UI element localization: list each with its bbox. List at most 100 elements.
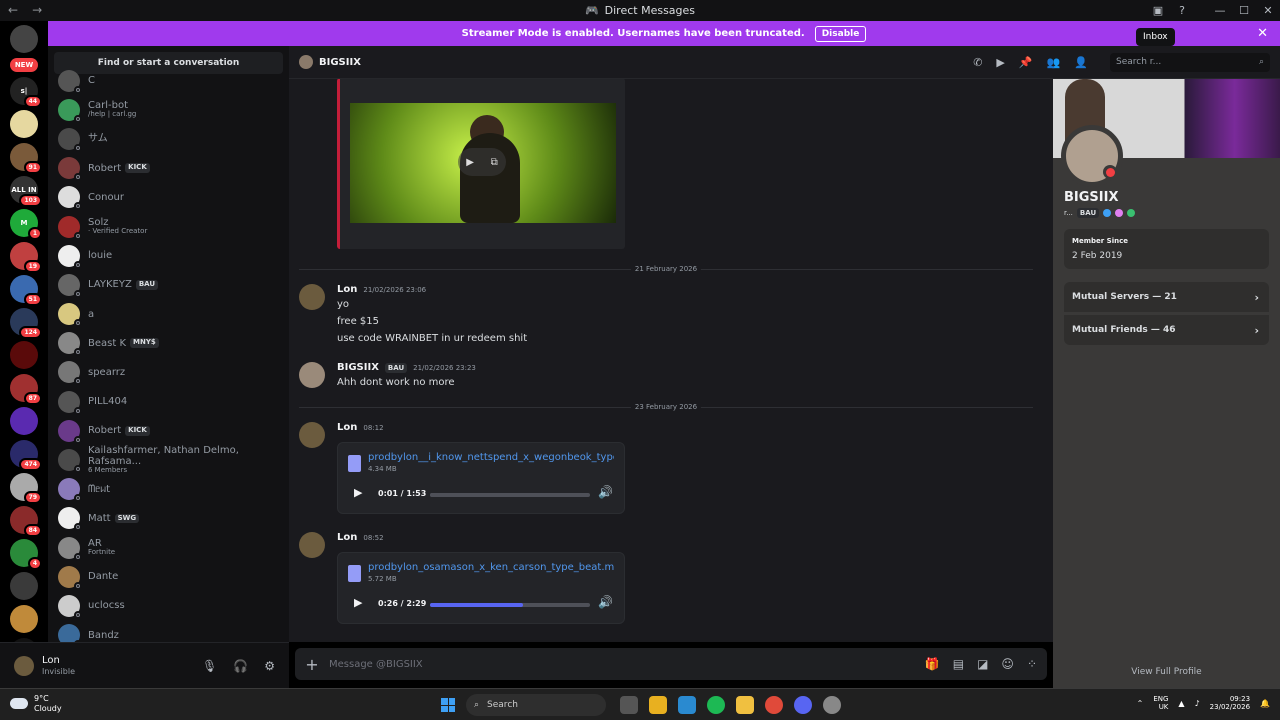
- forward-arrow-icon[interactable]: →: [32, 3, 42, 17]
- avatar[interactable]: [299, 532, 325, 558]
- gif-icon[interactable]: ▤: [953, 657, 964, 671]
- server-icon[interactable]: M1: [10, 209, 42, 240]
- server-icon[interactable]: 87: [10, 374, 42, 405]
- server-icon[interactable]: ALL IN 103: [10, 176, 42, 207]
- play-icon[interactable]: ▶: [354, 596, 362, 609]
- edge-icon[interactable]: [678, 696, 696, 714]
- avatar[interactable]: [14, 655, 34, 676]
- audio-filename[interactable]: prodbylon__i_know_nettspend_x_wegonbeok_…: [368, 452, 614, 463]
- play-icon[interactable]: ▶: [354, 486, 362, 499]
- server-icon[interactable]: 51: [10, 275, 42, 306]
- dm-list-item[interactable]: Carl-bot/help | carl.gg: [48, 95, 289, 124]
- profile-toggle-icon[interactable]: 👤: [1074, 56, 1088, 69]
- chrome-icon[interactable]: [765, 696, 783, 714]
- spotify-icon[interactable]: [707, 696, 725, 714]
- back-arrow-icon[interactable]: ←: [8, 3, 18, 17]
- wifi-icon[interactable]: ▲: [1178, 699, 1184, 708]
- avatar[interactable]: [299, 362, 325, 388]
- audio-filename[interactable]: prodbylon_osamason_x_ken_carson_type_bea…: [368, 562, 614, 573]
- add-friend-icon[interactable]: 👥: [1047, 56, 1061, 69]
- audio-progress-track[interactable]: [430, 493, 590, 497]
- message-composer[interactable]: + Message @BIGSIIX 🎁 ▤ ◪ ☺ ⁘: [295, 648, 1047, 680]
- badge-icon[interactable]: [1103, 209, 1112, 217]
- message-author[interactable]: Lon: [337, 422, 357, 433]
- dm-list-item[interactable]: サム: [48, 124, 289, 153]
- server-icon[interactable]: 474: [10, 440, 42, 471]
- dm-list-item[interactable]: Matt SWG: [48, 504, 289, 533]
- clock[interactable]: 09:23 23/02/2026: [1210, 695, 1250, 712]
- steam-icon[interactable]: [823, 696, 841, 714]
- task-view-icon[interactable]: [620, 696, 638, 714]
- avatar[interactable]: [299, 422, 325, 448]
- dm-list-item[interactable]: louie: [48, 241, 289, 270]
- server-icon[interactable]: 4: [10, 539, 42, 570]
- audio-progress-track[interactable]: [430, 603, 590, 607]
- headphones-icon[interactable]: 🎧: [233, 659, 248, 673]
- server-icon[interactable]: 91: [10, 143, 42, 174]
- emoji-icon[interactable]: ☺: [1001, 657, 1014, 671]
- folder-icon[interactable]: [736, 696, 754, 714]
- server-icon[interactable]: [10, 605, 38, 633]
- server-icon[interactable]: s| 44: [10, 77, 42, 108]
- apps-icon[interactable]: ⁘: [1027, 657, 1037, 671]
- maximize-icon[interactable]: ☐: [1232, 4, 1256, 17]
- taskbar-search[interactable]: ⌕ Search: [466, 694, 606, 716]
- dm-list-item[interactable]: uclocss: [48, 591, 289, 620]
- disable-streamer-button[interactable]: Disable: [814, 25, 867, 42]
- volume-icon[interactable]: 🔊: [598, 595, 613, 609]
- avatar[interactable]: [299, 284, 325, 310]
- dm-list-item[interactable]: Conour: [48, 183, 289, 212]
- view-full-profile-link[interactable]: View Full Profile: [1053, 667, 1280, 677]
- close-window-icon[interactable]: ✕: [1256, 4, 1280, 17]
- dm-list-item[interactable]: ᗰᥱᥕt: [48, 475, 289, 504]
- message-author[interactable]: Lon: [337, 532, 357, 543]
- message-author[interactable]: BIGSIIX: [337, 362, 379, 373]
- mutual-servers-row[interactable]: Mutual Servers — 21 ›: [1064, 282, 1269, 312]
- dm-list-item[interactable]: Dante: [48, 562, 289, 591]
- dm-list-item[interactable]: AR Fortnite: [48, 533, 289, 562]
- dm-list-item[interactable]: LAYKEYZ BAU: [48, 270, 289, 299]
- dm-list-item[interactable]: C: [48, 66, 289, 95]
- pin-icon[interactable]: 📌: [1019, 56, 1033, 69]
- add-attachment-icon[interactable]: +: [295, 655, 329, 674]
- minimize-icon[interactable]: —: [1208, 4, 1232, 17]
- discord-icon[interactable]: [794, 696, 812, 714]
- dm-list-item[interactable]: Bandz: [48, 621, 289, 642]
- close-banner-icon[interactable]: ✕: [1257, 26, 1268, 41]
- language-indicator[interactable]: ENG UK: [1153, 695, 1168, 712]
- dm-list-item[interactable]: a: [48, 300, 289, 329]
- video-call-icon[interactable]: ▶: [996, 56, 1004, 69]
- badge-icon[interactable]: [1115, 209, 1124, 217]
- server-icon[interactable]: 79: [10, 473, 42, 504]
- tray-chevron-icon[interactable]: ⌃: [1137, 699, 1144, 708]
- dm-list-item[interactable]: PILL404: [48, 387, 289, 416]
- message-author[interactable]: Lon: [337, 284, 357, 295]
- search-input[interactable]: Search r... ⌕: [1110, 52, 1270, 72]
- volume-icon[interactable]: ♪: [1195, 699, 1200, 708]
- dm-list-item[interactable]: Robert KICK: [48, 416, 289, 445]
- mutual-friends-row[interactable]: Mutual Friends — 46 ›: [1064, 315, 1269, 345]
- video-thumbnail[interactable]: ▶ ⧉: [350, 103, 616, 223]
- new-unreads-pill[interactable]: NEW: [9, 58, 39, 72]
- gift-icon[interactable]: 🎁: [925, 657, 940, 671]
- dm-list-item[interactable]: Robert KICK: [48, 154, 289, 183]
- badge-icon[interactable]: [1127, 209, 1136, 217]
- dm-list-item[interactable]: Kailashfarmer, Nathan Delmo, Rafsama... 6…: [48, 445, 289, 474]
- server-icon[interactable]: 84: [10, 506, 42, 537]
- dm-list-item[interactable]: spearrz: [48, 358, 289, 387]
- file-explorer-icon[interactable]: [649, 696, 667, 714]
- server-icon[interactable]: [10, 341, 38, 369]
- settings-gear-icon[interactable]: ⚙: [264, 659, 275, 673]
- volume-icon[interactable]: 🔊: [598, 485, 613, 499]
- server-icon[interactable]: [10, 572, 38, 600]
- dm-list-item[interactable]: Solz · Verified Creator: [48, 212, 289, 241]
- sticker-icon[interactable]: ◪: [977, 657, 988, 671]
- server-icon[interactable]: [10, 110, 38, 138]
- server-icon[interactable]: [10, 407, 38, 435]
- windows-start-icon[interactable]: [441, 698, 455, 712]
- server-icon[interactable]: [10, 25, 38, 53]
- server-icon[interactable]: 19: [10, 242, 42, 273]
- play-video-button[interactable]: ▶ ⧉: [458, 148, 506, 176]
- notifications-icon[interactable]: 🔔: [1260, 699, 1270, 708]
- server-icon[interactable]: 124: [10, 308, 42, 339]
